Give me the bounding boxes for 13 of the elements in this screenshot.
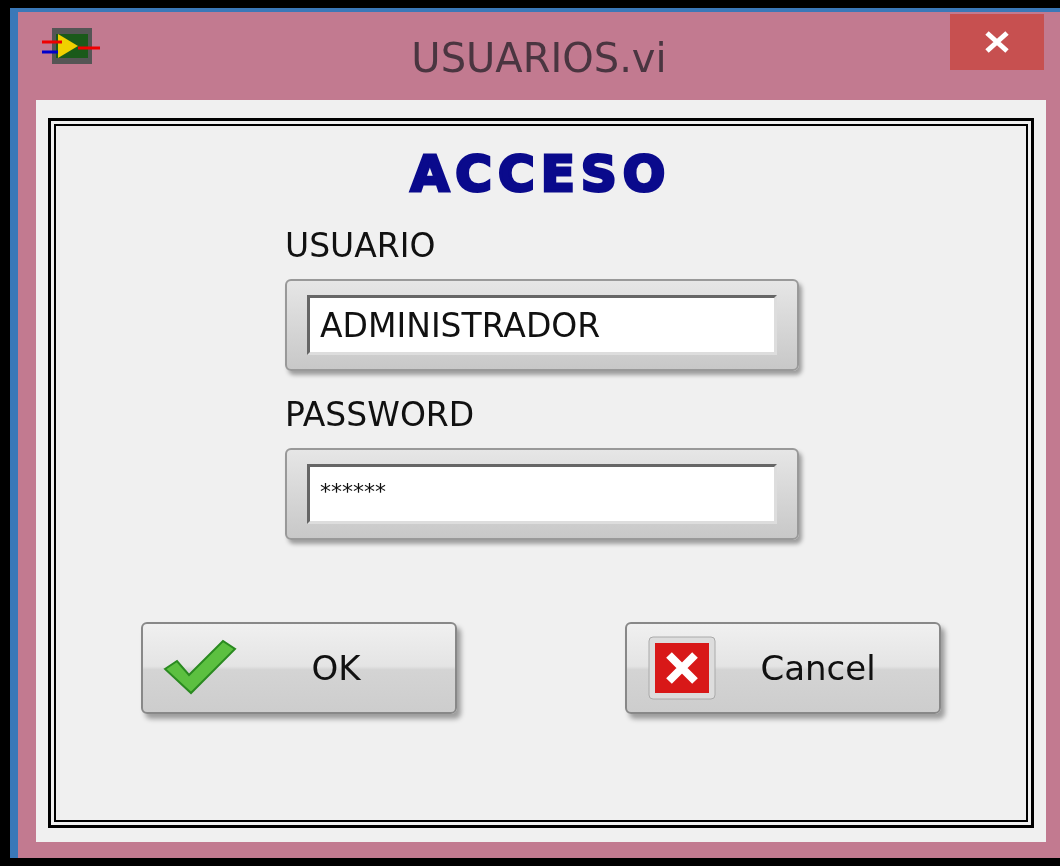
field-label: PASSWORD — [285, 395, 476, 434]
close-button[interactable] — [950, 14, 1044, 70]
cancel-button[interactable]: Cancel — [625, 622, 941, 714]
app-icon — [42, 26, 100, 66]
password-field[interactable]: ****** — [285, 448, 799, 540]
window-title: USUARIOS.vi — [411, 35, 667, 81]
ok-button[interactable]: OK — [141, 622, 457, 714]
close-icon — [984, 31, 1010, 53]
check-icon — [163, 639, 237, 697]
close-icon — [647, 635, 717, 701]
heading: ACCESO — [410, 146, 672, 202]
field-label: USUARIO — [285, 226, 437, 265]
input-field[interactable]: ADMINISTRADOR — [285, 279, 799, 371]
